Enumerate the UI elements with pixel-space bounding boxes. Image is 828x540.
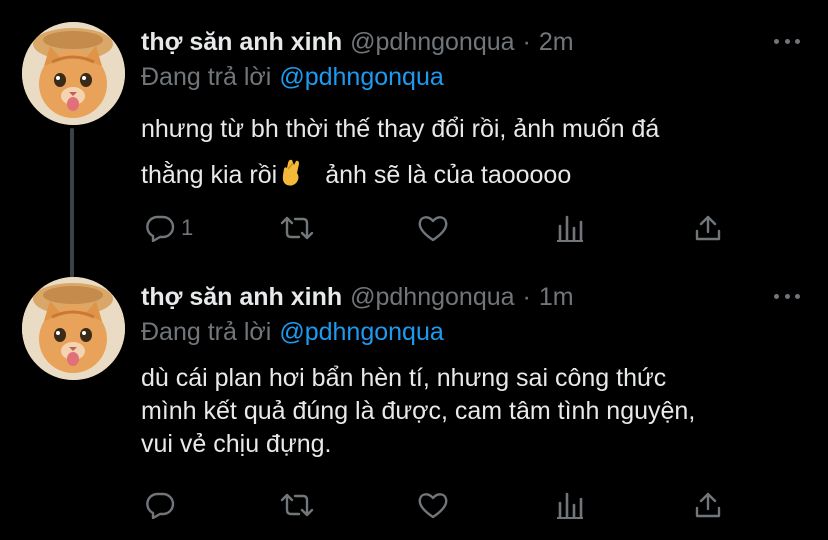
replying-label: Đang trả lời bbox=[141, 63, 272, 91]
like-button[interactable] bbox=[417, 210, 449, 246]
share-button[interactable] bbox=[693, 210, 723, 246]
retweet-icon bbox=[279, 214, 315, 242]
timestamp[interactable]: 2m bbox=[539, 26, 574, 58]
replying-label: Đang trả lời bbox=[141, 318, 272, 346]
more-icon[interactable] bbox=[774, 289, 800, 303]
mention-link[interactable]: @pdhngonqua bbox=[279, 318, 443, 346]
analytics-button[interactable] bbox=[555, 210, 585, 246]
share-icon bbox=[693, 214, 723, 242]
reply-icon bbox=[145, 214, 175, 242]
separator-dot: · bbox=[522, 283, 531, 311]
tweet-text-line: thằng kia rồi ảnh sẽ là của taooooo bbox=[141, 152, 811, 202]
tweet-text-segment: ảnh sẽ là của taooooo bbox=[325, 161, 572, 189]
replying-to: Đang trả lời @pdhngonqua bbox=[141, 61, 444, 93]
separator-dot: · bbox=[522, 28, 531, 56]
more-icon[interactable] bbox=[774, 34, 800, 48]
like-icon bbox=[417, 214, 449, 242]
retweet-icon bbox=[279, 491, 315, 519]
tweet-text-line: nhưng từ bh thời thế thay đổi rồi, ảnh m… bbox=[141, 115, 660, 143]
replying-to: Đang trả lời @pdhngonqua bbox=[141, 316, 444, 348]
share-icon bbox=[693, 491, 723, 519]
reply-icon bbox=[145, 491, 175, 519]
avatar[interactable] bbox=[22, 22, 125, 125]
timestamp[interactable]: 1m bbox=[539, 281, 574, 313]
mention-link[interactable]: @pdhngonqua bbox=[279, 63, 443, 91]
retweet-button[interactable] bbox=[279, 487, 315, 523]
display-name[interactable]: thợ săn anh xinh bbox=[141, 26, 342, 58]
like-icon bbox=[417, 491, 449, 519]
share-button[interactable] bbox=[693, 487, 723, 523]
retweet-button[interactable] bbox=[279, 210, 315, 246]
tweet-text: dù cái plan hơi bẩn hèn tí, nhưng sai cô… bbox=[141, 362, 811, 461]
tweet-actions bbox=[141, 487, 741, 523]
crossed-fingers-icon bbox=[279, 156, 303, 202]
analytics-icon bbox=[555, 214, 585, 242]
analytics-icon bbox=[555, 491, 585, 519]
reply-count: 1 bbox=[181, 215, 194, 240]
display-name[interactable]: thợ săn anh xinh bbox=[141, 281, 342, 313]
tweet-text: nhưng từ bh thời thế thay đổi rồi, ảnh m… bbox=[141, 106, 811, 202]
tweet-header: thợ săn anh xinh @pdhngonqua · 2m bbox=[141, 26, 574, 58]
avatar[interactable] bbox=[22, 277, 125, 380]
user-handle[interactable]: @pdhngonqua bbox=[350, 281, 514, 313]
user-handle[interactable]: @pdhngonqua bbox=[350, 26, 514, 58]
tweet-text-segment: thằng kia rồi bbox=[141, 161, 278, 189]
tweet-header: thợ săn anh xinh @pdhngonqua · 1m bbox=[141, 281, 574, 313]
analytics-button[interactable] bbox=[555, 487, 585, 523]
tweet-text-line: mình kết quả đúng là được, cam tâm tình … bbox=[141, 397, 696, 425]
reply-button[interactable]: 1 bbox=[145, 210, 193, 246]
like-button[interactable] bbox=[417, 487, 449, 523]
reply-button[interactable] bbox=[145, 487, 181, 523]
tweet-text-line: vui vẻ chịu đựng. bbox=[141, 430, 332, 458]
tweet-actions: 1 bbox=[141, 210, 741, 246]
thread-connector-line bbox=[70, 128, 74, 278]
tweet-text-line: dù cái plan hơi bẩn hèn tí, nhưng sai cô… bbox=[141, 364, 667, 392]
